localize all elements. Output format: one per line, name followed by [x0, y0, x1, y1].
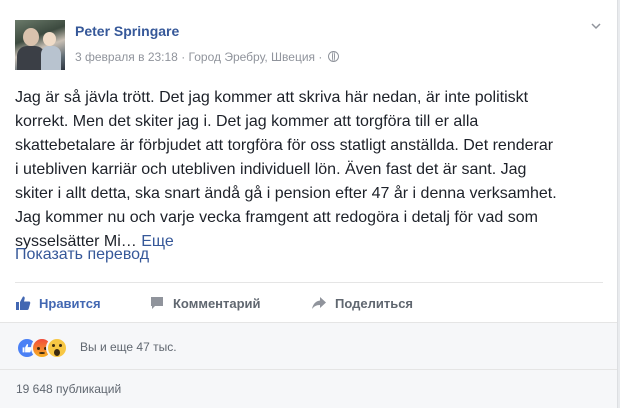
post-date[interactable]: 3 февраля в 23:18: [75, 50, 178, 64]
globe-icon[interactable]: [327, 51, 339, 62]
comment-button[interactable]: Комментарий: [149, 288, 261, 318]
post-location[interactable]: Город Эребру, Швеция: [189, 50, 316, 64]
comment-icon: [151, 297, 163, 309]
like-button[interactable]: Нравится: [15, 288, 101, 318]
share-button[interactable]: Поделиться: [311, 288, 413, 318]
shares-count[interactable]: 19 648 публикаций: [16, 382, 121, 396]
show-translation-link[interactable]: Показать перевод: [15, 246, 149, 264]
thumbs-up-icon: [16, 296, 31, 310]
author-name[interactable]: Peter Springare: [75, 23, 179, 39]
post-body: Jag är så jävla trött. Det jag kommer at…: [15, 89, 557, 250]
post-actions: Нравится Комментарий Поделиться: [15, 288, 603, 318]
share-arrow-icon: [312, 297, 326, 309]
reactions-summary[interactable]: Вы и еще 47 тыс.: [80, 337, 177, 357]
reactions-bar: Вы и еще 47 тыс.: [0, 322, 617, 370]
chevron-down-icon[interactable]: [591, 21, 601, 31]
author-avatar[interactable]: [15, 20, 65, 70]
privacy-separator: ·: [315, 50, 326, 64]
post-meta: 3 февраля в 23:18 · Город Эребру, Швеция…: [75, 50, 339, 64]
wow-reaction-icon: [46, 337, 68, 359]
comment-label: Комментарий: [173, 295, 261, 311]
share-label: Поделиться: [335, 295, 414, 311]
like-label: Нравится: [39, 295, 101, 311]
shares-bar: 19 648 публикаций: [0, 370, 617, 408]
meta-separator: ·: [177, 50, 189, 64]
post-card: Peter Springare 3 февраля в 23:18 · Горо…: [0, 0, 618, 408]
post-text: Jag är så jävla trött. Det jag kommer at…: [15, 86, 611, 254]
actions-divider-top: [15, 282, 603, 283]
